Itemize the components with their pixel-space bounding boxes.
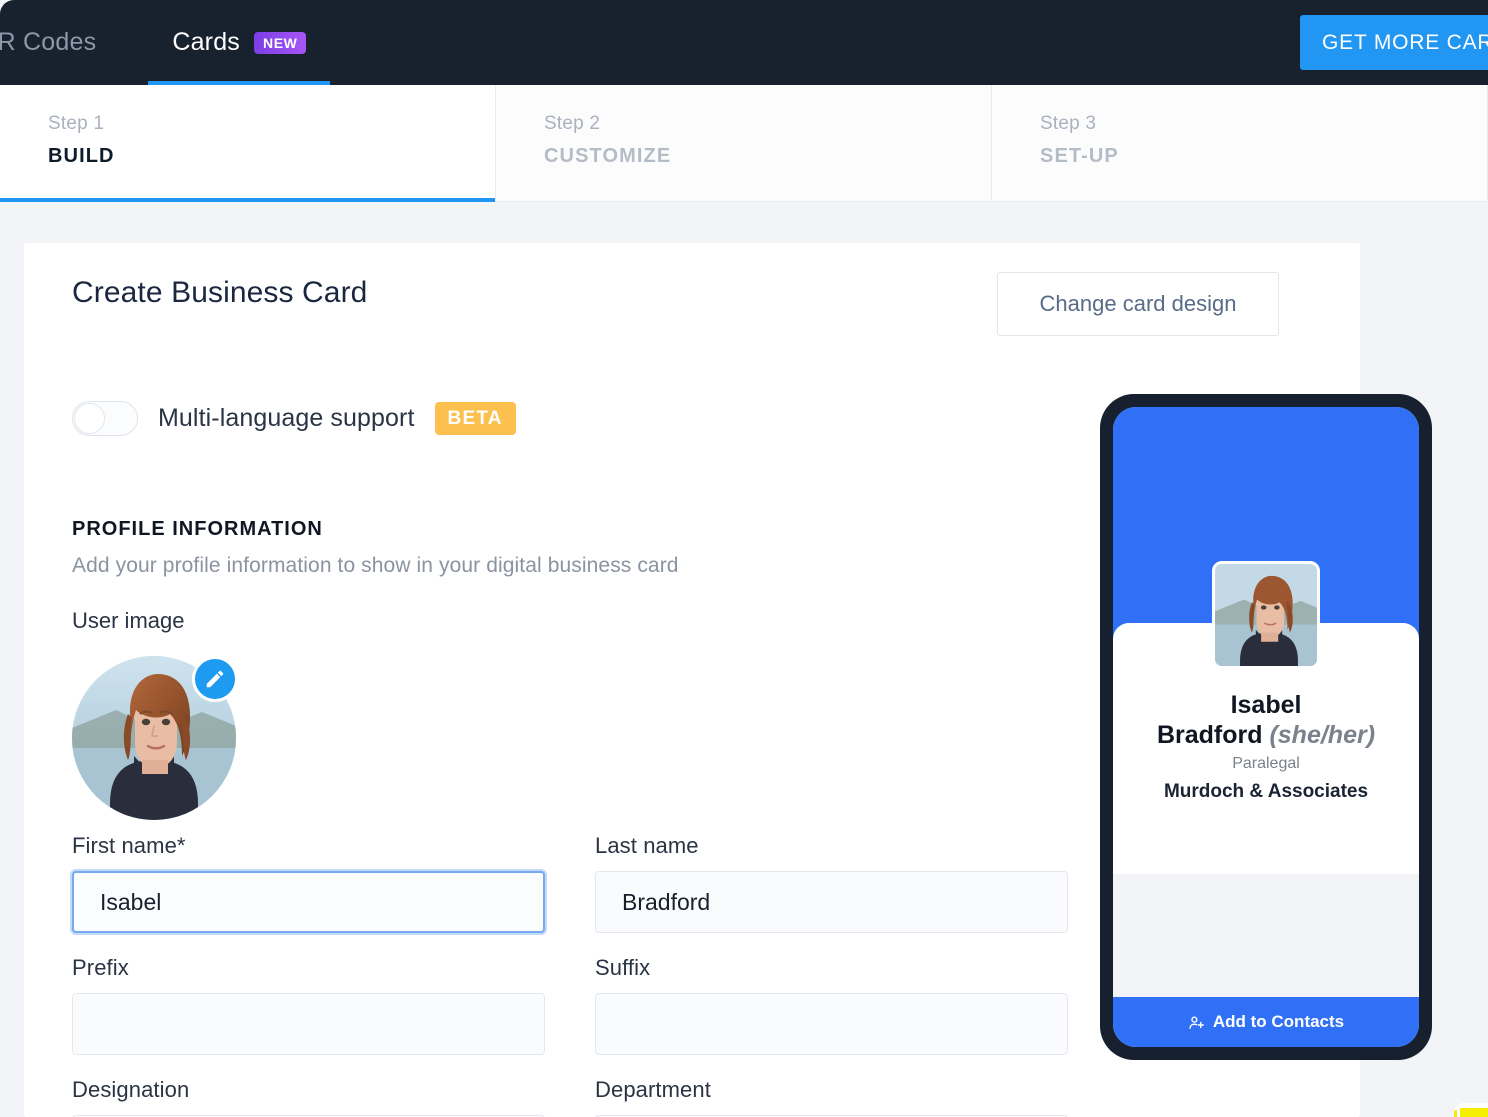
last-name-input[interactable] (595, 871, 1068, 933)
beta-badge: BETA (434, 402, 516, 435)
new-badge: NEW (254, 31, 307, 54)
add-to-contacts-button[interactable]: Add to Contacts (1113, 997, 1419, 1047)
nav-tab-label: QR Codes (0, 28, 97, 56)
widget-accent-bar (1460, 1108, 1488, 1117)
first-name-label: First name* (72, 833, 186, 858)
step-title: SET-UP (1040, 145, 1119, 167)
step-number: Step 2 (544, 113, 601, 134)
form-row-names: First name* Last name (72, 833, 1087, 933)
nav-tab-qr-codes[interactable]: QR Codes (0, 0, 134, 85)
nav-tab-list: QR Codes Cards NEW (0, 0, 344, 85)
card-full-name: Isabel Bradford (she/her) (1113, 690, 1419, 750)
multi-language-toggle[interactable] (72, 401, 138, 436)
field-department: Department (595, 1077, 1068, 1117)
user-image-label: User image (72, 608, 185, 633)
designation-label: Designation (72, 1077, 190, 1102)
person-add-icon (1189, 1016, 1204, 1029)
get-more-cards-button[interactable]: GET MORE CARDS (1300, 15, 1488, 70)
pencil-icon (206, 670, 224, 688)
user-avatar-uploader[interactable] (72, 656, 238, 820)
card-avatar (1212, 561, 1320, 669)
card-avatar-photo (1215, 564, 1317, 666)
step-title: BUILD (48, 145, 115, 167)
nav-tab-cards[interactable]: Cards NEW (134, 0, 344, 85)
card-company: Murdoch & Associates (1163, 781, 1369, 802)
suffix-input[interactable] (595, 993, 1068, 1055)
nav-tab-label: Cards (172, 28, 240, 56)
last-name-label: Last name (595, 833, 699, 858)
prefix-input[interactable] (72, 993, 545, 1055)
panel-header: Create Business Card Change card design (72, 272, 1320, 346)
step-tab-build[interactable]: Step 1 BUILD (0, 85, 496, 202)
card-designation: Paralegal (1232, 755, 1300, 772)
profile-information-description: Add your profile information to show in … (72, 554, 679, 577)
department-label: Department (595, 1077, 711, 1102)
top-navigation-bar: QR Codes Cards NEW GET MORE CARDS (0, 0, 1488, 85)
edit-avatar-icon[interactable] (192, 656, 238, 702)
field-first-name: First name* (72, 833, 545, 933)
field-last-name: Last name (595, 833, 1068, 933)
card-body: Isabel Bradford (she/her) Paralegal Murd… (1113, 561, 1419, 874)
step-number: Step 3 (1040, 113, 1097, 134)
field-suffix: Suffix (595, 955, 1068, 1055)
suffix-label: Suffix (595, 955, 651, 980)
prefix-label: Prefix (72, 955, 129, 980)
card-pronouns: (she/her) (1269, 721, 1376, 749)
profile-information-heading: PROFILE INFORMATION (72, 518, 323, 540)
widget-accent-tick (1454, 1110, 1457, 1117)
step-title: CUSTOMIZE (544, 145, 672, 167)
multi-language-label: Multi-language support (158, 404, 415, 432)
add-to-contacts-label: Add to Contacts (1212, 1012, 1345, 1031)
first-name-input[interactable] (72, 871, 545, 933)
card-details-placeholder (1113, 874, 1419, 997)
field-prefix: Prefix (72, 955, 545, 1055)
card-last-name: Bradford (1156, 721, 1263, 749)
business-card-preview: Isabel Bradford (she/her) Paralegal Murd… (1113, 407, 1419, 1047)
step-number: Step 1 (48, 113, 105, 134)
step-tab-setup[interactable]: Step 3 SET-UP (992, 85, 1488, 201)
field-designation: Designation (72, 1077, 545, 1117)
floating-widget-corner[interactable] (1454, 1103, 1488, 1117)
phone-preview: Isabel Bradford (she/her) Paralegal Murd… (1100, 394, 1432, 1060)
card-first-name: Isabel (1230, 691, 1302, 719)
form-row-affix: Prefix Suffix (72, 955, 1087, 1055)
profile-form: First name* Last name Prefix Suffix Desi… (72, 833, 1087, 1117)
change-card-design-button[interactable]: Change card design (997, 272, 1279, 336)
step-wizard-tabs: Step 1 BUILD Step 2 CUSTOMIZE Step 3 SET… (0, 85, 1488, 202)
step-tab-customize[interactable]: Step 2 CUSTOMIZE (496, 85, 992, 201)
multi-language-row: Multi-language support BETA (72, 401, 516, 436)
toggle-knob (74, 403, 105, 434)
form-row-role: Designation Department (72, 1077, 1087, 1117)
